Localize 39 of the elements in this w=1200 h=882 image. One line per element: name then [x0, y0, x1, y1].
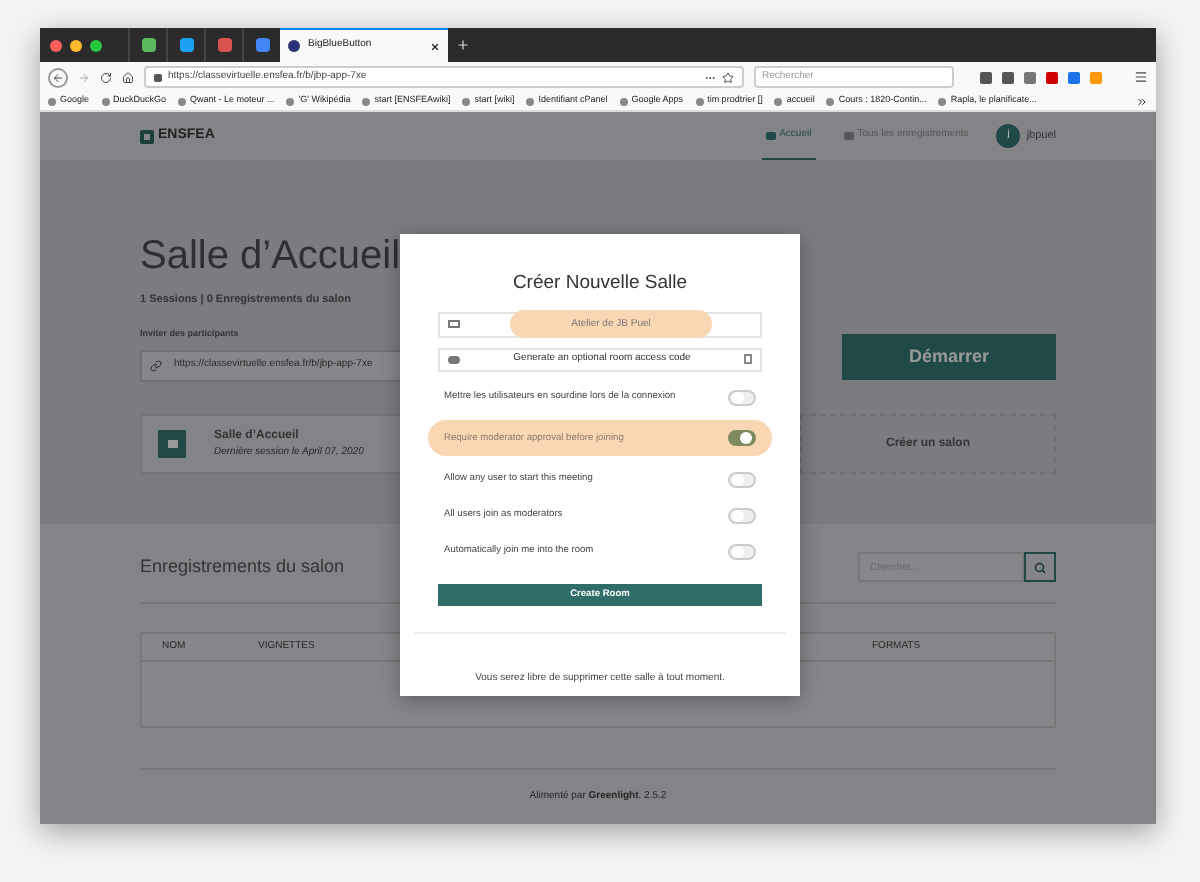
favicon-icon — [101, 97, 110, 105]
search-button[interactable] — [1024, 552, 1056, 582]
back-button[interactable] — [48, 67, 68, 87]
favicon-icon — [695, 97, 704, 105]
recordings-title: Enregistrements du salon — [140, 553, 345, 580]
lock-icon — [154, 73, 162, 81]
favicon-icon — [286, 97, 295, 105]
logo-icon — [140, 129, 154, 143]
favicon-icon — [938, 97, 947, 105]
toggle-switch[interactable] — [728, 430, 756, 447]
favicon-icon — [526, 97, 535, 105]
favicon-icon — [288, 40, 300, 52]
back-icon — [52, 71, 64, 83]
dialog-title: Créer Nouvelle Salle — [510, 270, 690, 298]
new-tab-icon[interactable] — [456, 38, 470, 52]
favicon-icon — [178, 97, 187, 105]
favicon-icon — [826, 97, 835, 105]
favicon-icon — [462, 97, 471, 105]
toggle-switch[interactable] — [728, 471, 756, 488]
toggle-switch[interactable] — [728, 543, 756, 560]
toggle-switch[interactable] — [728, 507, 756, 524]
screen-icon — [448, 320, 460, 329]
search-icon — [1034, 561, 1046, 573]
close-icon[interactable] — [430, 41, 440, 51]
favicon-icon — [255, 38, 269, 52]
room-title: Salle d’Accueil — [140, 236, 401, 276]
favicon-icon — [48, 97, 56, 105]
star-icon[interactable] — [722, 71, 734, 83]
favicon-icon — [217, 38, 231, 52]
toggle-switch[interactable] — [728, 389, 756, 406]
overflow-icon[interactable] — [1136, 95, 1148, 107]
favicon-icon — [141, 38, 155, 52]
favicon-icon — [774, 97, 783, 105]
reload-icon[interactable] — [100, 71, 112, 83]
menu-icon[interactable] — [1134, 70, 1148, 84]
favicon-icon — [619, 97, 628, 105]
favicon-icon — [179, 38, 193, 52]
link-icon — [150, 360, 162, 372]
favicon-icon — [362, 97, 371, 105]
